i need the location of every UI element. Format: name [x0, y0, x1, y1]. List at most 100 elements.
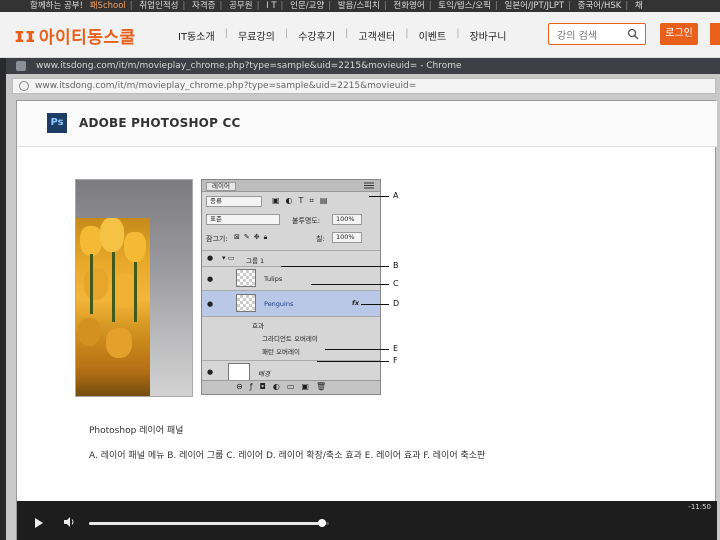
play-icon[interactable]: [35, 518, 43, 528]
login-button[interactable]: 로그인: [660, 23, 698, 45]
strip-item-civil[interactable]: 공무원: [229, 1, 252, 11]
fx-icon: fx: [352, 299, 360, 307]
signup-button[interactable]: [710, 23, 720, 45]
visibility-eye-icon: ●: [207, 275, 214, 283]
callout-a: A: [393, 191, 399, 200]
opacity-value: 100%: [336, 215, 355, 223]
nav-support[interactable]: 고객센터: [358, 28, 395, 43]
player-controls: -11:50: [17, 501, 717, 540]
nav-reviews[interactable]: 수강후기: [298, 28, 335, 43]
player-popup-window: www.itsdong.com/it/m/movieplay_chrome.ph…: [6, 58, 720, 540]
kind-label: 종류: [210, 197, 222, 205]
fill-value: 100%: [336, 233, 355, 241]
fill-label: 칠:: [316, 235, 325, 243]
kind-filter: 종류: [206, 196, 262, 207]
layer-thumbnail: [236, 294, 256, 312]
category-strip: 함께하는 공부! 패School | 취업인적성 | 자격증 | 공무원 | I T | …: [0, 0, 720, 12]
search-box: [548, 23, 646, 47]
panel-menu-icon: [364, 182, 374, 189]
strip-item-it[interactable]: I T: [266, 1, 276, 11]
blend-mode-value: 표준: [210, 215, 222, 223]
strip-item-certificate[interactable]: 자격증: [192, 1, 215, 11]
callout-b: B: [393, 261, 399, 270]
layers-panel-illustration: 레이어 종류 ▣◐T⌗▤ 표준 불투명도: 100% 잠그기: ⊠✎✥🔒︎ 칠:…: [201, 179, 381, 395]
visibility-eye-icon: ●: [207, 300, 214, 308]
page-info-icon[interactable]: [19, 81, 29, 91]
address-url: www.itsdong.com/it/m/movieplay_chrome.ph…: [35, 81, 417, 91]
fill-field: 100%: [332, 232, 362, 243]
volume-icon[interactable]: [63, 516, 75, 528]
callout-e: E: [393, 344, 399, 353]
lock-icons: ⊠✎✥🔒︎: [234, 233, 272, 241]
tulip-image: [75, 179, 193, 397]
folder-icon: ▾ ▭: [222, 254, 235, 262]
callout-f: F: [393, 356, 398, 365]
opacity-label: 불투명도:: [292, 217, 321, 225]
layer-action-icons: ⊖ƒ◘◐▭▣🗑︎: [236, 382, 334, 391]
video-player[interactable]: Ps ADOBE PHOTOSHOP CC 레이어 종류 ▣◐T⌗▤ 표준 불투…: [16, 100, 717, 540]
slide-caption: Photoshop 레이어 패널: [89, 426, 184, 436]
filter-icons: ▣◐T⌗▤: [272, 196, 334, 205]
layer-row-background: ● 배경: [202, 360, 380, 382]
seek-bar-fill: [89, 522, 322, 525]
site-logo[interactable]: ɪɪ 아이티동스쿨: [14, 22, 136, 48]
layers-bottom-bar: ⊖ƒ◘◐▭▣🗑︎: [202, 380, 380, 394]
browser-icon: [16, 61, 26, 71]
logo-mark-icon: ɪɪ: [14, 23, 36, 47]
nav-events[interactable]: 이벤트: [419, 28, 447, 43]
visibility-eye-icon: ●: [207, 254, 214, 262]
popup-titlebar[interactable]: www.itsdong.com/it/m/movieplay_chrome.ph…: [6, 58, 720, 74]
time-remaining: -11:50: [688, 503, 711, 511]
lock-label: 잠그기:: [206, 235, 228, 243]
effects-label: 효과: [252, 322, 264, 330]
strip-item-humanities[interactable]: 인문/교양: [290, 1, 324, 11]
group-name: 그룹 1: [246, 257, 265, 265]
layer-thumbnail: [228, 363, 250, 381]
layer-row-tulips: ● Tulips: [202, 266, 380, 290]
kind-filter-row: 종류 ▣◐T⌗▤: [206, 196, 376, 210]
layer-name-background: 배경: [258, 370, 270, 378]
opacity-field: 100%: [332, 214, 362, 225]
blend-mode-select: 표준: [206, 214, 280, 225]
layer-row-penguins: ● Penguins fx: [202, 290, 380, 316]
course-title: ADOBE PHOTOSHOP CC: [79, 116, 241, 130]
strip-item-school[interactable]: 패School: [90, 1, 126, 11]
tulip-photo: [76, 218, 150, 396]
nav-cart[interactable]: 장바구니: [470, 28, 507, 43]
nav-free-lectures[interactable]: 무료강의: [238, 28, 275, 43]
layer-thumbnail: [236, 269, 256, 287]
layer-name-penguins: Penguins: [264, 300, 294, 308]
course-header: Ps ADOBE PHOTOSHOP CC: [17, 101, 717, 147]
layers-tabbar: 레이어: [202, 180, 380, 192]
strip-item-japanese[interactable]: 일본어/JPT/JLPT: [505, 1, 565, 11]
effect-pattern-overlay: 패턴 오버레이: [262, 348, 300, 356]
lock-row: 잠그기: ⊠✎✥🔒︎ 칠: 100%: [206, 232, 376, 246]
popup-title-text: www.itsdong.com/it/m/movieplay_chrome.ph…: [36, 61, 462, 71]
strip-item-aptitude[interactable]: 취업인적성: [139, 1, 178, 11]
blend-row: 표준 불투명도: 100%: [206, 214, 376, 228]
callout-d: D: [393, 299, 400, 308]
strip-item-phone-english[interactable]: 전화영어: [393, 1, 424, 11]
strip-slogan: 함께하는 공부!: [30, 1, 84, 11]
slide-legend: A. 레이어 패널 메뉴 B. 레이어 그룹 C. 레이어 D. 레이어 확장/…: [89, 451, 486, 461]
visibility-eye-icon: ●: [207, 368, 214, 376]
photoshop-icon: Ps: [47, 113, 67, 133]
seek-bar-handle[interactable]: [317, 519, 326, 527]
screen: 함께하는 공부! 패School | 취업인적성 | 자격증 | 공무원 | I T | …: [0, 0, 720, 540]
seek-bar[interactable]: [89, 519, 329, 527]
search-input[interactable]: [549, 26, 625, 47]
strip-item-speech[interactable]: 발음/스피치: [338, 1, 380, 11]
main-nav: IT동소개 | 무료강의 | 수강후기 | 고객센터 | 이벤트 | 장바구니: [178, 28, 507, 43]
layer-effects: 효과 그라디언트 오버레이 패턴 오버레이: [202, 316, 380, 360]
strip-item-toeic[interactable]: 토익/텝스/오픽: [438, 1, 491, 11]
address-bar[interactable]: www.itsdong.com/it/m/movieplay_chrome.ph…: [12, 78, 716, 94]
search-icon[interactable]: [627, 28, 639, 40]
strip-item-more[interactable]: 채: [635, 1, 643, 11]
layer-name-tulips: Tulips: [264, 275, 283, 283]
site-header: ɪɪ 아이티동스쿨 IT동소개 | 무료강의 | 수강후기 | 고객센터 | 이벤트 | …: [0, 12, 720, 58]
effect-gradient-overlay: 그라디언트 오버레이: [262, 335, 318, 343]
nav-about[interactable]: IT동소개: [178, 28, 215, 43]
logo-text: 아이티동스쿨: [38, 27, 136, 48]
layers-tab: 레이어: [206, 182, 236, 191]
strip-item-chinese[interactable]: 중국어/HSK: [578, 1, 622, 11]
